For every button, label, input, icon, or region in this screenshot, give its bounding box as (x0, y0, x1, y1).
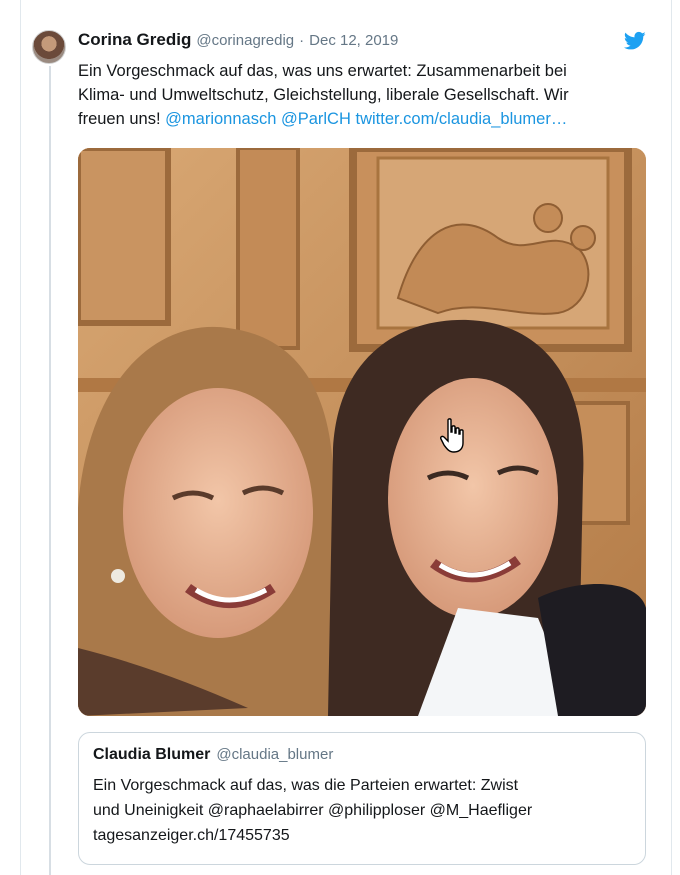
quoted-author-name: Claudia Blumer (93, 746, 211, 763)
mention-link[interactable]: @marionnasch (165, 110, 276, 128)
quoted-text-line: Ein Vorgeschmack auf das, was die Partei… (93, 777, 519, 794)
quoted-tweet-header: Claudia Blumer @claudia_blumer (93, 746, 333, 764)
twitter-bird-icon[interactable] (624, 31, 646, 51)
header-separator: · (299, 32, 305, 49)
quoted-tweet[interactable]: Claudia Blumer @claudia_blumer Ein Vorge… (78, 732, 646, 865)
author-name[interactable]: Corina Gredig (78, 30, 191, 50)
quoted-author-handle: @claudia_blumer (216, 746, 334, 763)
author-avatar[interactable] (32, 30, 66, 64)
tweet-date[interactable]: Dec 12, 2019 (309, 32, 398, 49)
tweet-text-fragment: freuen uns! (78, 110, 161, 128)
mention-link[interactable]: @ParlCH (281, 110, 351, 128)
tweet-text: Ein Vorgeschmack auf das, was uns erwart… (78, 59, 650, 131)
url-link[interactable]: twitter.com/claudia_blumer… (356, 110, 568, 128)
tweet-text-line: freuen uns! @marionnasch @ParlCH twitter… (78, 107, 650, 131)
tweet-photo[interactable] (78, 148, 646, 716)
quoted-text-line: und Uneinigkeit @raphaelabirrer @philipp… (93, 802, 533, 819)
author-handle[interactable]: @corinagredig (196, 32, 294, 49)
tweet-text-line: Ein Vorgeschmack auf das, was uns erwart… (78, 62, 567, 80)
tweet-header: Corina Gredig @corinagredig · Dec 12, 20… (78, 30, 638, 54)
tweet-text-line: Klima- und Umweltschutz, Gleichstellung,… (78, 86, 569, 104)
quoted-tweet-text: Ein Vorgeschmack auf das, was die Partei… (93, 773, 633, 848)
thread-line (49, 66, 51, 875)
quoted-text-line: tagesanzeiger.ch/17455735 (93, 827, 290, 844)
hand-pointer-icon (440, 418, 464, 453)
